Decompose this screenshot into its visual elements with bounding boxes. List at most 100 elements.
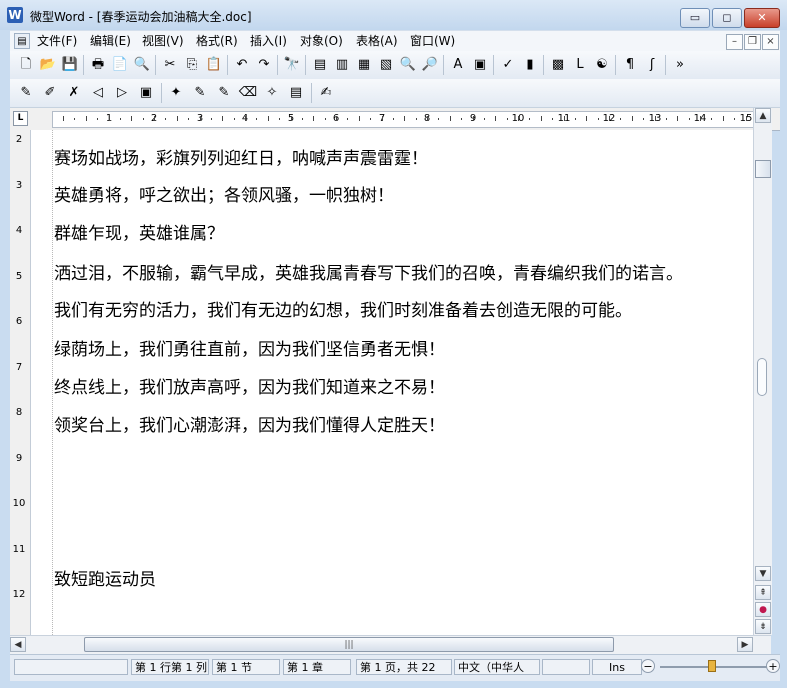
vertical-ruler[interactable]: 2 3 4 5 6 7 8 9 10 11 12 — [10, 130, 31, 635]
save-icon[interactable]: 💾 — [60, 55, 80, 75]
ruler-tick — [461, 118, 462, 120]
minimize-button[interactable]: ▭ — [680, 8, 710, 28]
horizontal-scroll-thumb[interactable]: ||| — [84, 637, 614, 652]
paragraph[interactable]: 领奖台上，我们心潮澎湃，因为我们懂得人定胜天！ — [54, 411, 445, 436]
prev-note-icon[interactable]: ◁ — [88, 83, 108, 103]
ruler-tick — [495, 116, 496, 121]
paragraph[interactable]: 我们有无穷的活力，我们有无边的幻想，我们时刻准备着去创造无限的可能。 — [54, 296, 632, 321]
vertical-ruler-number: 7 — [15, 361, 23, 373]
paragraph[interactable]: 绿荫场上，我们勇往直前，因为我们坚信勇者无惧！ — [54, 335, 445, 360]
horizontal-ruler[interactable]: 123456789101112131415 — [52, 111, 764, 128]
zoom-out-button[interactable]: − — [641, 659, 655, 673]
paragraph[interactable]: 终点线上，我们放声高呼，因为我们知道来之不易！ — [54, 373, 445, 398]
toolbar-separator — [83, 55, 84, 75]
menu-edit[interactable]: 编辑(E) — [90, 33, 131, 49]
vertical-ruler-number: 3 — [15, 179, 23, 191]
paragraph[interactable]: 英雄勇将，呼之欲出；各领风骚，一帜独树！ — [54, 181, 394, 206]
cut-icon[interactable]: ✂ — [160, 55, 180, 75]
mdi-close-button[interactable]: × — [762, 34, 779, 50]
spell-check-icon[interactable]: ✓ — [498, 55, 518, 75]
outline-view-icon[interactable]: ▦ — [354, 55, 374, 75]
find-icon[interactable]: 🔭 — [282, 55, 302, 75]
paragraph[interactable]: 洒过泪，不服输，霸气早成，英雄我属青春写下我们的召唤，青春编织我们的诺言。 — [54, 259, 683, 284]
columns-icon[interactable]: ▮ — [520, 55, 540, 75]
scroll-down-button[interactable]: ▼ — [755, 566, 771, 581]
zoom-icon[interactable]: 🔍 — [398, 55, 418, 75]
menu-insert[interactable]: 插入(I) — [250, 33, 287, 49]
close-button[interactable]: ✕ — [744, 8, 780, 28]
open-icon[interactable]: 📂 — [38, 55, 58, 75]
mdi-minimize-button[interactable]: – — [726, 34, 743, 50]
ruler-tick — [632, 116, 633, 121]
edit-note-icon[interactable]: ✐ — [40, 83, 60, 103]
word-app-icon[interactable]: W — [7, 7, 23, 23]
eraser-icon[interactable]: ⌫ — [238, 83, 258, 103]
menu-file[interactable]: 文件(F) — [37, 33, 77, 49]
pdf-icon[interactable]: 📄 — [110, 55, 130, 75]
menu-table[interactable]: 表格(A) — [356, 33, 398, 49]
zoom-find-icon[interactable]: 🔎 — [420, 55, 440, 75]
line-icon[interactable]: L — [570, 55, 590, 75]
horizontal-scrollbar[interactable]: ◀ ||| ▶ — [10, 635, 771, 654]
menu-view[interactable]: 视图(V) — [142, 33, 184, 49]
new-icon[interactable]: 🗋 — [16, 55, 36, 75]
font-color-icon[interactable]: A — [448, 55, 468, 75]
zoom-in-button[interactable]: + — [766, 659, 780, 673]
pen-icon[interactable]: ✎ — [190, 83, 210, 103]
highlight-icon[interactable]: ✦ — [166, 83, 186, 103]
annotation-toolbar: ✎ ✐ ✗ ◁ ▷ ▣ ✦ ✎ ✎ ⌫ ✧ ▤ ✍ — [10, 79, 780, 108]
show-notes-icon[interactable]: ▣ — [136, 83, 156, 103]
formula-icon[interactable]: ʃ — [642, 55, 662, 75]
select-browse-object-button[interactable]: ● — [755, 602, 771, 617]
normal-view-icon[interactable]: ▧ — [376, 55, 396, 75]
redo-icon[interactable]: ↷ — [254, 55, 274, 75]
zoom-slider-knob[interactable] — [708, 660, 716, 672]
review-icon[interactable]: ✍ — [316, 83, 336, 103]
page-view-icon[interactable]: ▤ — [310, 55, 330, 75]
status-blank — [14, 659, 128, 675]
delete-note-icon[interactable]: ✗ — [64, 83, 84, 103]
paragraph-mark-icon[interactable]: ¶ — [620, 55, 640, 75]
ruler-tick — [86, 116, 87, 121]
scroll-up-button[interactable]: ▲ — [755, 108, 771, 123]
clear-icon[interactable]: ✧ — [262, 83, 282, 103]
document-icon[interactable]: ▤ — [14, 33, 30, 49]
vertical-scroll-thumb[interactable] — [755, 160, 771, 178]
paragraph[interactable]: 致短跑运动员 — [54, 565, 156, 590]
format-icon[interactable]: ▣ — [470, 55, 490, 75]
split-handle[interactable] — [757, 358, 767, 396]
marker-icon[interactable]: ✎ — [214, 83, 234, 103]
web-view-icon[interactable]: ▥ — [332, 55, 352, 75]
copy-icon[interactable]: ⎘ — [182, 55, 202, 75]
maximize-button[interactable]: ◻ — [712, 8, 742, 28]
paragraph[interactable]: 群雄乍现，英雄谁属？ — [54, 219, 224, 244]
menu-object[interactable]: 对象(O) — [300, 33, 343, 49]
vertical-scrollbar[interactable]: ▲ ▼ ⇞ ● ⇟ — [753, 108, 772, 635]
ruler-tick — [666, 118, 667, 120]
paste-icon[interactable]: 📋 — [204, 55, 224, 75]
print-icon[interactable]: 🖶 — [88, 55, 108, 75]
undo-icon[interactable]: ↶ — [232, 55, 252, 75]
menu-format[interactable]: 格式(R) — [196, 33, 238, 49]
tables-icon[interactable]: ▩ — [548, 55, 568, 75]
next-note-icon[interactable]: ▷ — [112, 83, 132, 103]
mdi-restore-button[interactable]: ❐ — [744, 34, 761, 50]
new-note-icon[interactable]: ✎ — [16, 83, 36, 103]
ruler-tick — [382, 116, 383, 121]
status-insert-mode[interactable]: Ins — [592, 659, 642, 675]
previous-page-button[interactable]: ⇞ — [755, 585, 771, 600]
next-page-button[interactable]: ⇟ — [755, 619, 771, 634]
scroll-left-button[interactable]: ◀ — [10, 637, 26, 652]
notebook-icon[interactable]: ▤ — [286, 83, 306, 103]
print-preview-icon[interactable]: 🔍 — [132, 55, 152, 75]
paragraph[interactable]: 赛场如战场，彩旗列列迎红日，呐喊声声震雷霆！ — [54, 144, 428, 169]
menu-bar: ▤ 文件(F) 编辑(E) 视图(V) 格式(R) 插入(I) 对象(O) 表格… — [10, 30, 780, 51]
menu-window[interactable]: 窗口(W) — [410, 33, 455, 49]
symbol-icon[interactable]: ☯ — [592, 55, 612, 75]
scroll-right-button[interactable]: ▶ — [737, 637, 753, 652]
ruler-tick — [620, 118, 621, 120]
ruler-tick — [552, 118, 553, 120]
tab-selector[interactable]: L — [13, 111, 28, 126]
more-icon[interactable]: » — [670, 55, 690, 75]
document-area[interactable]: 赛场如战场，彩旗列列迎红日，呐喊声声震雷霆！ 英雄勇将，呼之欲出；各领风骚，一帜… — [31, 130, 753, 635]
